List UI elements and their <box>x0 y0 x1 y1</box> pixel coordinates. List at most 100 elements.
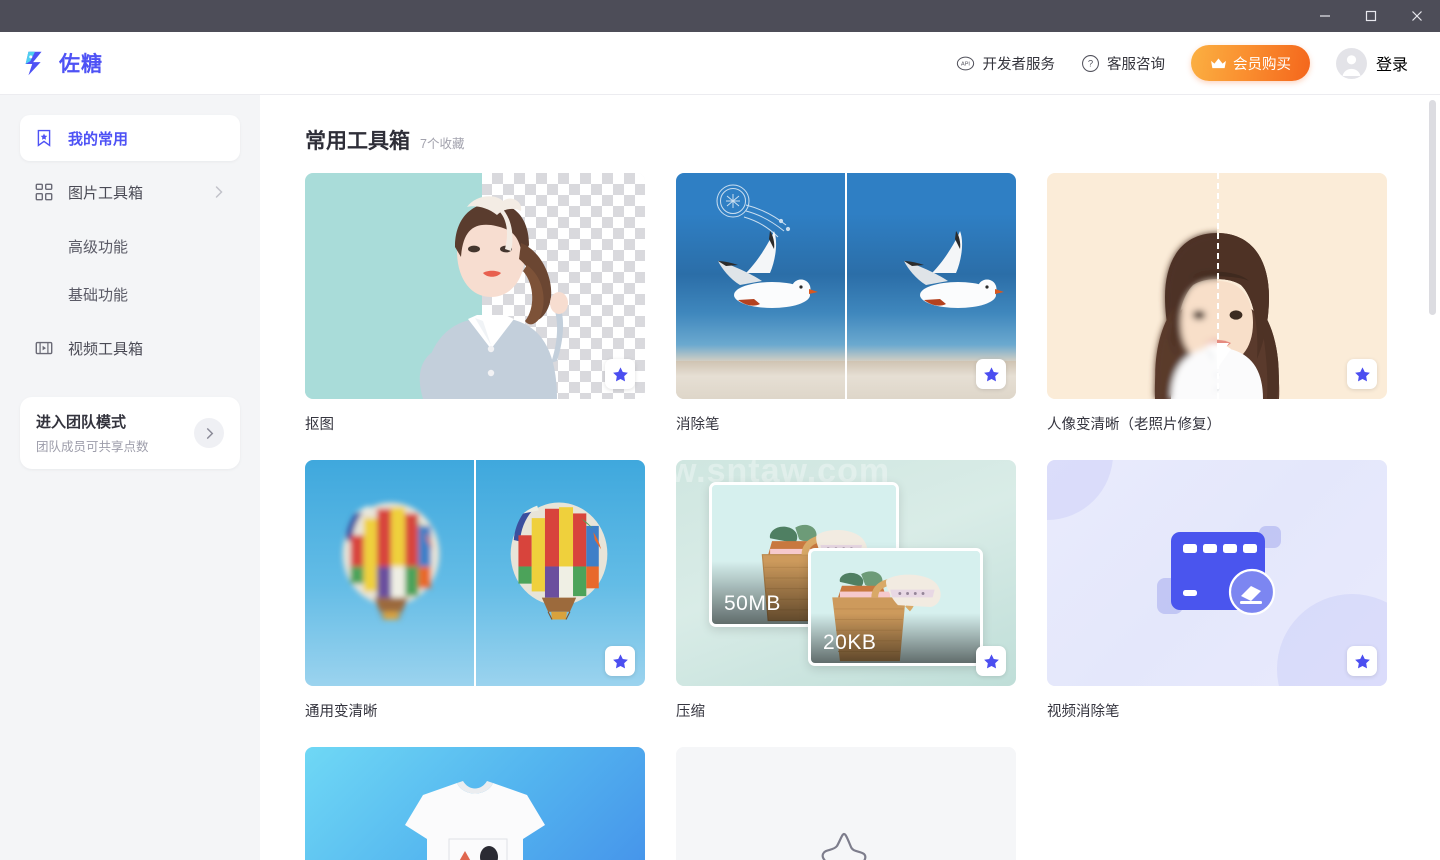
tools-grid: 抠图 消除笔 人像变清晰（老照片修复） 通用变清晰 w.sntaw.com 50… <box>305 173 1398 860</box>
team-mode-card[interactable]: 进入团队模式 团队成员可共享点数 <box>20 397 240 469</box>
before-after-divider <box>845 173 847 399</box>
star-icon <box>612 366 628 381</box>
customer-service-label: 客服咨询 <box>1106 56 1165 73</box>
seagull-right <box>904 231 1004 308</box>
tool-card-add-favorite[interactable] <box>676 747 1016 860</box>
video-eraser-icon <box>1157 526 1281 616</box>
scrollbar-track[interactable] <box>1425 95 1440 860</box>
star-plus-icon <box>821 832 867 860</box>
login-button[interactable]: 登录 <box>1335 47 1408 79</box>
before-after-divider <box>474 460 476 686</box>
team-mode-text: 进入团队模式 团队成员可共享点数 <box>36 411 194 455</box>
brand-name: 佐糖 <box>59 53 103 76</box>
tool-card-label: 视频消除笔 <box>1047 704 1120 720</box>
favorite-badge[interactable] <box>605 646 635 676</box>
compress-after-card: 20KB <box>808 548 983 666</box>
chevron-right-icon <box>206 427 213 439</box>
tool-card-label: 通用变清晰 <box>305 704 378 720</box>
app-body: 我的常用 图片工具箱 高级功能 基础功能 视频工具箱 进入团队模式 团队成员可共… <box>0 95 1440 860</box>
tool-card-label: 人像变清晰（老照片修复） <box>1047 417 1221 433</box>
star-icon <box>1354 366 1370 381</box>
svg-text:API: API <box>962 61 971 67</box>
tool-card-cutout[interactable]: 抠图 <box>305 173 645 434</box>
star-icon <box>983 653 999 668</box>
favorite-badge[interactable] <box>605 359 635 389</box>
header-actions: API 开发者服务 ? 客服咨询 会员购买 登录 <box>956 45 1408 81</box>
main-content: 常用工具箱 7个收藏 抠图 消除笔 人像变清晰（老照片修复） 通用变清晰 w.s… <box>260 95 1440 860</box>
add-favorite-placeholder[interactable] <box>676 747 1016 860</box>
login-label: 登录 <box>1375 57 1408 74</box>
sidebar-item-label: 视频工具箱 <box>68 340 144 358</box>
sidebar-item-label: 我的常用 <box>68 130 129 148</box>
seagull-left <box>718 231 818 308</box>
tool-thumbnail <box>1047 460 1387 686</box>
vip-purchase-label: 会员购买 <box>1232 56 1291 73</box>
size-before-label: 50MB <box>724 592 781 615</box>
avatar <box>1335 47 1367 79</box>
customer-service-button[interactable]: ? 客服咨询 <box>1081 53 1165 74</box>
vip-purchase-button[interactable]: 会员购买 <box>1190 45 1310 81</box>
tool-card-video-eraser[interactable]: 视频消除笔 <box>1047 460 1387 721</box>
tool-card-tshirt-mockup[interactable] <box>305 747 645 860</box>
team-mode-arrow-button[interactable] <box>194 418 224 448</box>
team-mode-title: 进入团队模式 <box>36 414 127 431</box>
size-after-label: 20KB <box>823 631 877 654</box>
tool-card-compress[interactable]: w.sntaw.com 50MB 20KB 压缩 <box>676 460 1016 721</box>
favorite-badge[interactable] <box>976 646 1006 676</box>
tool-thumbnail <box>305 460 645 686</box>
window-close-button[interactable] <box>1394 0 1440 32</box>
avatar-icon <box>1342 54 1361 76</box>
tool-thumbnail <box>1047 173 1387 399</box>
sidebar-item-my-favorites[interactable]: 我的常用 <box>20 115 240 161</box>
window-maximize-button[interactable] <box>1348 0 1394 32</box>
tool-card-label: 压缩 <box>676 704 705 720</box>
sidebar-item-label: 图片工具箱 <box>68 184 144 202</box>
sidebar: 我的常用 图片工具箱 高级功能 基础功能 视频工具箱 进入团队模式 团队成员可共… <box>0 95 260 860</box>
page-title: 常用工具箱 <box>305 130 410 153</box>
api-icon: API <box>957 56 975 70</box>
tool-card-portrait-enhance[interactable]: 人像变清晰（老照片修复） <box>1047 173 1387 434</box>
chevron-right-icon <box>215 186 223 198</box>
tool-card-eraser[interactable]: 消除笔 <box>676 173 1016 434</box>
before-after-dashed-divider <box>1217 173 1219 399</box>
grid-squares-icon <box>34 183 54 201</box>
tool-thumbnail <box>676 173 1016 399</box>
window-titlebar <box>0 0 1440 32</box>
svg-text:?: ? <box>1088 58 1093 69</box>
logo-icon <box>25 51 42 76</box>
developer-service-button[interactable]: API 开发者服务 <box>956 53 1055 74</box>
tool-thumbnail <box>676 747 1016 860</box>
favorite-badge[interactable] <box>1347 646 1377 676</box>
page-header: 常用工具箱 7个收藏 <box>305 125 1398 155</box>
question-circle-icon: ? <box>1082 54 1099 72</box>
brand-logo[interactable]: 佐糖 <box>20 48 103 78</box>
crown-icon <box>1211 57 1226 68</box>
sidebar-subitem-label: 高级功能 <box>68 238 129 256</box>
star-icon <box>983 366 999 381</box>
window-minimize-button[interactable] <box>1302 0 1348 32</box>
tool-thumbnail <box>305 173 645 399</box>
woman-photo <box>419 196 568 399</box>
favorite-badge[interactable] <box>976 359 1006 389</box>
tshirt-photo <box>405 781 545 860</box>
favorite-badge[interactable] <box>1347 359 1377 389</box>
favorites-count: 7个收藏 <box>420 137 465 151</box>
sidebar-subitem-basic[interactable]: 基础功能 <box>20 271 240 317</box>
scrollbar-thumb[interactable] <box>1429 100 1436 315</box>
video-frame-icon <box>34 339 54 357</box>
tool-card-general-enhance[interactable]: 通用变清晰 <box>305 460 645 721</box>
team-mode-subtitle: 团队成员可共享点数 <box>36 440 149 454</box>
sidebar-subitem-label: 基础功能 <box>68 286 129 304</box>
sidebar-subitem-advanced[interactable]: 高级功能 <box>20 223 240 269</box>
tool-thumbnail: w.sntaw.com 50MB 20KB <box>676 460 1016 686</box>
tool-thumbnail <box>305 747 645 860</box>
developer-service-label: 开发者服务 <box>982 56 1055 73</box>
sidebar-item-video-toolbox[interactable]: 视频工具箱 <box>20 325 240 371</box>
star-icon <box>1354 653 1370 668</box>
bookmark-star-icon <box>34 129 54 147</box>
tool-card-label: 抠图 <box>305 417 334 433</box>
star-icon <box>612 653 628 668</box>
tool-card-label: 消除笔 <box>676 417 720 433</box>
sidebar-item-image-toolbox[interactable]: 图片工具箱 <box>20 169 240 215</box>
app-header: 佐糖 API 开发者服务 ? 客服咨询 会员购买 登录 <box>0 32 1440 95</box>
